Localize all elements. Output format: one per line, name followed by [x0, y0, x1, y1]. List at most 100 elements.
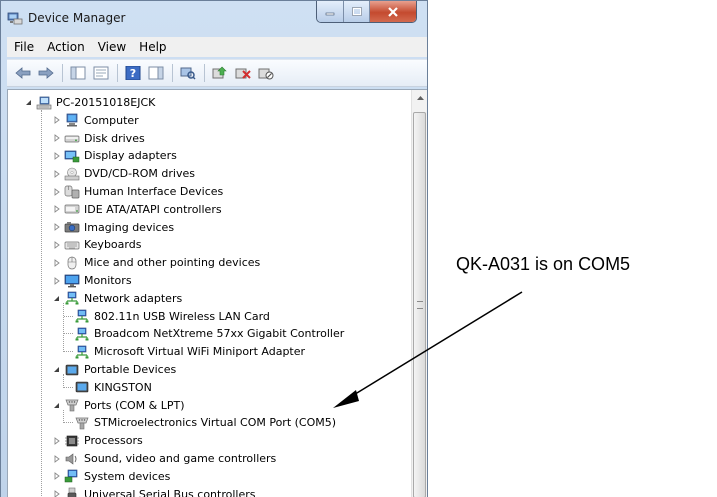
- tree-category[interactable]: Portable Devices: [52, 361, 176, 378]
- collapsed-arrow-icon[interactable]: [52, 454, 61, 463]
- tree-category-label: Universal Serial Bus controllers: [84, 487, 256, 497]
- properties-button[interactable]: [92, 64, 110, 82]
- tree-device[interactable]: 802.11n USB Wireless LAN Card: [64, 308, 270, 325]
- port-icon: [75, 417, 89, 430]
- properties-icon: [93, 66, 109, 80]
- collapsed-arrow-icon[interactable]: [52, 240, 61, 249]
- menu-file[interactable]: File: [7, 40, 40, 54]
- tree-category-label: Human Interface Devices: [84, 185, 224, 198]
- tree-category[interactable]: IDE ATA/ATAPI controllers: [52, 201, 222, 218]
- scroll-thumb[interactable]: [413, 112, 426, 497]
- expanded-arrow-icon[interactable]: [52, 401, 61, 410]
- collapsed-arrow-icon[interactable]: [52, 276, 61, 285]
- collapsed-arrow-icon[interactable]: [52, 134, 61, 143]
- tree-category[interactable]: Processors: [52, 432, 143, 449]
- close-button[interactable]: [370, 1, 416, 22]
- tree-category-label: Disk drives: [84, 131, 145, 145]
- uninstall-icon: [235, 68, 251, 79]
- tree-category[interactable]: Keyboards: [52, 236, 141, 253]
- maximize-icon: [351, 6, 362, 16]
- sound-icon: [65, 452, 77, 465]
- scroll-grip-icon: [417, 301, 423, 309]
- keyboard-icon: [64, 241, 80, 250]
- title-bar[interactable]: Device Manager: [1, 1, 427, 35]
- collapsed-arrow-icon[interactable]: [52, 205, 61, 214]
- tree-category[interactable]: Disk drives: [52, 130, 145, 147]
- tree-category[interactable]: Imaging devices: [52, 219, 174, 236]
- collapsed-arrow-icon[interactable]: [52, 116, 61, 125]
- tree-root[interactable]: PC-20151018EJCK: [24, 94, 155, 111]
- help-button[interactable]: ?: [124, 64, 142, 82]
- network-adapter-icon: [75, 309, 89, 323]
- tree-device-label: KINGSTON: [94, 380, 152, 394]
- tree-category[interactable]: Mice and other pointing devices: [52, 254, 260, 271]
- vertical-scrollbar[interactable]: [411, 90, 427, 497]
- tree-category[interactable]: Display adapters: [52, 147, 177, 164]
- collapsed-arrow-icon[interactable]: [52, 151, 61, 160]
- back-arrow-icon: [15, 67, 31, 79]
- tree-root-label: PC-20151018EJCK: [56, 96, 156, 109]
- update-driver-button[interactable]: [211, 64, 229, 82]
- tree-category[interactable]: Universal Serial Bus controllers: [52, 486, 255, 497]
- minimize-icon: [325, 12, 335, 15]
- forward-arrow-icon: [38, 67, 54, 79]
- expanded-arrow-icon[interactable]: [52, 365, 61, 374]
- tree-category-label: DVD/CD-ROM drives: [84, 167, 195, 181]
- action-pane-button[interactable]: [147, 64, 165, 82]
- toolbar: ?: [7, 59, 427, 87]
- collapsed-arrow-icon[interactable]: [52, 187, 61, 196]
- window-title: Device Manager: [28, 11, 126, 25]
- minimize-button[interactable]: [317, 1, 344, 22]
- tree-category[interactable]: Human Interface Devices: [52, 183, 223, 200]
- tree-device[interactable]: STMicroelectronics Virtual COM Port (COM…: [64, 414, 337, 431]
- menu-help[interactable]: Help: [132, 40, 172, 54]
- tree-category-label: Computer: [84, 113, 139, 127]
- expanded-arrow-icon[interactable]: [52, 294, 61, 303]
- uninstall-button[interactable]: [234, 64, 252, 82]
- tree-category[interactable]: Monitors: [52, 272, 132, 289]
- device-tree-pane[interactable]: PC-20151018EJCK Computer Disk drives Displ…: [7, 89, 427, 497]
- scan-hardware-icon: [180, 67, 196, 80]
- tree-category[interactable]: Network adapters: [52, 290, 182, 307]
- tree-device[interactable]: Microsoft Virtual WiFi Miniport Adapter: [64, 343, 306, 360]
- collapsed-arrow-icon[interactable]: [52, 472, 61, 481]
- help-icon: ?: [125, 66, 141, 80]
- menu-view[interactable]: View: [91, 40, 132, 54]
- toolbar-separator: [62, 64, 63, 82]
- maximize-button[interactable]: [344, 1, 370, 22]
- back-button[interactable]: [14, 64, 32, 82]
- tree-category-label: Ports (COM & LPT): [84, 398, 185, 412]
- tree-device-label: Microsoft Virtual WiFi Miniport Adapter: [94, 345, 306, 359]
- pc-icon: [36, 96, 52, 109]
- tree-category-label: Processors: [84, 434, 143, 448]
- tree-category[interactable]: Sound, video and game controllers: [52, 450, 276, 467]
- tree-device[interactable]: KINGSTON: [64, 379, 152, 396]
- portable-device-icon: [65, 364, 79, 375]
- tree-category-label: Portable Devices: [84, 363, 177, 376]
- show-hide-tree-button[interactable]: [69, 64, 87, 82]
- toolbar-separator: [204, 64, 205, 82]
- update-driver-icon: [212, 66, 227, 79]
- collapsed-arrow-icon[interactable]: [52, 490, 61, 497]
- collapsed-arrow-icon[interactable]: [52, 223, 61, 232]
- collapsed-arrow-icon[interactable]: [52, 169, 61, 178]
- usb-controller-icon: [67, 487, 77, 497]
- scan-hardware-button[interactable]: [179, 64, 197, 82]
- tree-connector: [64, 315, 73, 317]
- tree-category[interactable]: Computer: [52, 112, 139, 129]
- tree-device[interactable]: Broadcom NetXtreme 57xx Gigabit Controll…: [64, 325, 344, 342]
- tree-category[interactable]: DVD/CD-ROM drives: [52, 165, 195, 182]
- tree-category[interactable]: Ports (COM & LPT): [52, 397, 185, 414]
- expanded-arrow-icon[interactable]: [24, 98, 33, 107]
- tree-category-label: Mice and other pointing devices: [84, 256, 261, 270]
- menu-action[interactable]: Action: [40, 40, 91, 54]
- tree-category[interactable]: System devices: [52, 468, 170, 485]
- scroll-up-button[interactable]: [414, 92, 426, 104]
- collapsed-arrow-icon[interactable]: [52, 258, 61, 267]
- forward-button[interactable]: [37, 64, 55, 82]
- tree-connector: [63, 374, 64, 388]
- collapsed-arrow-icon[interactable]: [52, 436, 61, 445]
- disable-device-button[interactable]: [257, 64, 275, 82]
- network-adapter-icon: [75, 327, 89, 341]
- tree-device-label: STMicroelectronics Virtual COM Port (COM…: [94, 416, 337, 430]
